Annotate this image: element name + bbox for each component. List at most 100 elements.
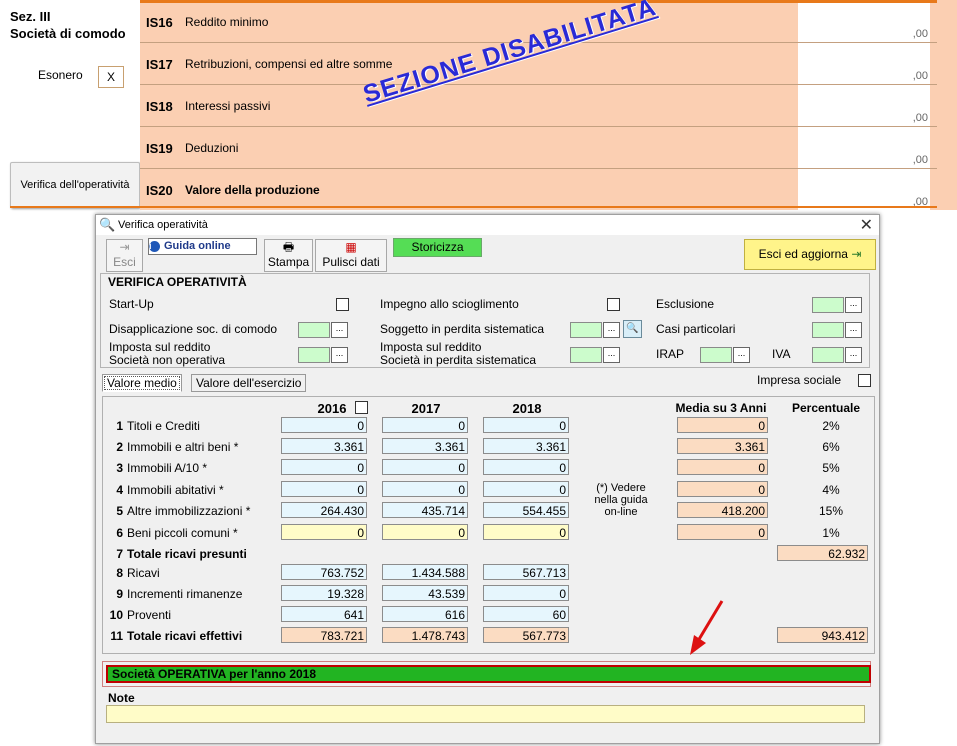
amount-field[interactable]: ,00 [798, 127, 930, 168]
cell-2017[interactable]: 616 [382, 606, 468, 622]
imposta-nonop-picker-button[interactable]: ... [331, 347, 348, 363]
esci-aggiorna-button[interactable]: Esci ed aggiorna ⇥ [744, 239, 876, 270]
cell-2016[interactable]: 0 [281, 524, 367, 540]
verifica-operativita-dialog: 🔍 Verifica operatività ✕ ⇥ Esci i Guida o… [95, 214, 880, 744]
tab-valore-medio[interactable]: Valore medio [102, 374, 182, 392]
impegno-checkbox[interactable] [607, 298, 620, 311]
cell-2017[interactable]: 3.361 [382, 438, 468, 454]
tab-valore-esercizio[interactable]: Valore dell'esercizio [191, 374, 307, 392]
iva-label: IVA [772, 347, 791, 361]
dialog-titlebar: 🔍 Verifica operatività ✕ [96, 215, 879, 235]
close-icon[interactable]: ✕ [860, 215, 873, 235]
stampa-button[interactable]: 🖶 Stampa [264, 239, 313, 272]
cell-2017[interactable]: 0 [382, 417, 468, 433]
cell-2017[interactable]: 0 [382, 524, 468, 540]
cell-2016[interactable]: 3.361 [281, 438, 367, 454]
note-field[interactable] [106, 705, 865, 723]
form-row-is19: IS19 Deduzioni ,00 [140, 126, 937, 168]
amount-field[interactable]: ,00 [798, 85, 930, 126]
imposta-perdita-field[interactable] [570, 347, 602, 363]
cell-2018: 567.773 [483, 627, 569, 643]
printer-icon: 🖶 [282, 240, 295, 254]
soggetto-field[interactable] [570, 322, 602, 338]
row-number: 6 [116, 526, 123, 540]
cell-2018[interactable]: 0 [483, 459, 569, 475]
cell-2017[interactable]: 435.714 [382, 502, 468, 518]
row-label: Totale ricavi effettivi [127, 629, 243, 643]
cell-percentuale: 15% [818, 504, 844, 518]
impresa-sociale-checkbox[interactable] [858, 374, 871, 387]
storicizza-button[interactable]: Storicizza [393, 238, 482, 257]
pulisci-dati-button[interactable]: ▦ Pulisci dati [315, 239, 387, 272]
esclusione-picker-button[interactable]: ... [845, 297, 862, 313]
arrow-shaft [696, 600, 724, 642]
arrow-head [690, 635, 706, 655]
esonero-checkbox[interactable]: X [98, 66, 124, 88]
result-frame: Società OPERATIVA per l'anno 2018 [102, 661, 871, 687]
row-number: 8 [116, 566, 123, 580]
irap-field[interactable] [700, 347, 732, 363]
cell-2016[interactable]: 641 [281, 606, 367, 622]
col-2016-checkbox[interactable] [355, 401, 368, 414]
cell-2016[interactable]: 0 [281, 459, 367, 475]
cell-2017[interactable]: 0 [382, 459, 468, 475]
cell-2016: 783.721 [281, 627, 367, 643]
row-label: Ricavi [127, 566, 160, 580]
row-number: 3 [116, 461, 123, 475]
cell-2018[interactable]: 567.713 [483, 564, 569, 580]
verifica-operativita-button[interactable]: Verifica dell'operatività [10, 162, 140, 208]
note-label: Note [108, 691, 135, 705]
cell-2016[interactable]: 0 [281, 417, 367, 433]
info-icon: i [149, 241, 160, 252]
disapplicazione-picker-button[interactable]: ... [331, 322, 348, 338]
amount-field[interactable]: ,00 [798, 1, 930, 42]
cell-2016[interactable]: 0 [281, 481, 367, 497]
cell-2018[interactable]: 554.455 [483, 502, 569, 518]
cell-2016[interactable]: 763.752 [281, 564, 367, 580]
esci-button[interactable]: ⇥ Esci [106, 239, 143, 272]
guida-label: Guida online [164, 240, 231, 252]
iva-picker-button[interactable]: ... [845, 347, 862, 363]
row-label: Altre immobilizzazioni * [127, 504, 251, 518]
row-number: 7 [116, 547, 123, 561]
clear-grid-icon: ▦ [345, 240, 357, 254]
exit-update-icon: ⇥ [851, 247, 862, 261]
row-label: Incrementi rimanenze [127, 587, 243, 601]
amount-field[interactable]: ,00 [798, 43, 930, 84]
col-2016-header: 2016 [317, 401, 347, 416]
casi-picker-button[interactable]: ... [845, 322, 862, 338]
cell-2017[interactable]: 1.434.588 [382, 564, 468, 580]
imposta-perdita-picker-button[interactable]: ... [603, 347, 620, 363]
amount-field[interactable]: ,00 [798, 169, 930, 210]
esclusione-field[interactable] [812, 297, 844, 313]
cell-2018[interactable]: 3.361 [483, 438, 569, 454]
cell-2016[interactable]: 264.430 [281, 502, 367, 518]
cell-2018[interactable]: 0 [483, 585, 569, 601]
casi-field[interactable] [812, 322, 844, 338]
cell-2018[interactable]: 0 [483, 417, 569, 433]
cell-percentuale: 2% [822, 419, 840, 433]
guida-online-button[interactable]: i Guida online [148, 238, 257, 255]
cell-percentuale: 1% [822, 526, 840, 540]
cell-2016[interactable]: 19.328 [281, 585, 367, 601]
cell-2018[interactable]: 0 [483, 524, 569, 540]
iva-field[interactable] [812, 347, 844, 363]
impegno-label: Impegno allo scioglimento [380, 297, 519, 311]
cell-2017[interactable]: 43.539 [382, 585, 468, 601]
imposta-nonop-label: Imposta sul reddito Società non operativa [109, 340, 226, 367]
disapplicazione-field[interactable] [298, 322, 330, 338]
start-up-checkbox[interactable] [336, 298, 349, 311]
search-icon[interactable]: 🔍 [623, 320, 642, 338]
irap-picker-button[interactable]: ... [733, 347, 750, 363]
row-code: IS18 [146, 99, 173, 114]
soggetto-picker-button[interactable]: ... [603, 322, 620, 338]
stampa-label: Stampa [267, 255, 310, 269]
cell-2018[interactable]: 0 [483, 481, 569, 497]
cell-2018[interactable]: 60 [483, 606, 569, 622]
cell-media: 0 [677, 524, 768, 540]
row-label: Immobili e altri beni * [127, 440, 239, 454]
row-label: Interessi passivi [185, 99, 271, 113]
start-up-label: Start-Up [109, 297, 154, 311]
cell-2017[interactable]: 0 [382, 481, 468, 497]
imposta-nonop-field[interactable] [298, 347, 330, 363]
